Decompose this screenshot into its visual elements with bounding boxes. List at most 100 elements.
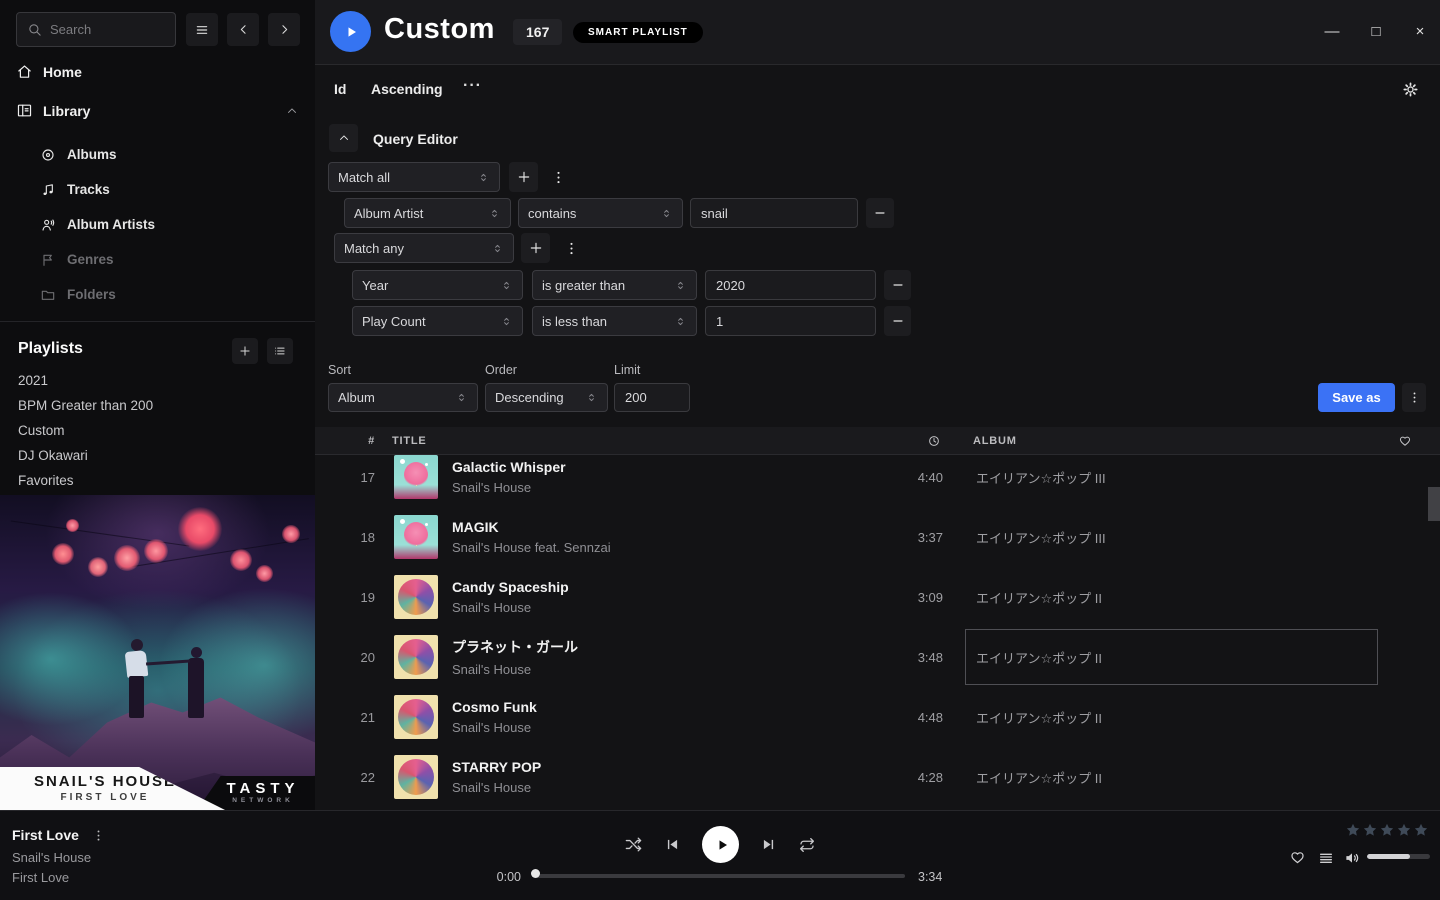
album-cell[interactable]: エイリアン☆ポップ III	[965, 455, 1378, 505]
playlist-item-favorites[interactable]: Favorites	[18, 473, 74, 488]
sidebar-item-library[interactable]: Library	[16, 102, 299, 119]
rule2-remove-button[interactable]	[884, 270, 911, 300]
now-playing-title[interactable]: First Love	[12, 827, 106, 843]
track-row[interactable]: 21 Cosmo FunkSnail's House 4:48 エイリアン☆ポッ…	[315, 687, 1440, 747]
album-cell-focused[interactable]: エイリアン☆ポップ II	[965, 629, 1378, 685]
volume-slider[interactable]	[1367, 854, 1430, 859]
shuffle-icon[interactable]	[624, 835, 643, 854]
add-playlist-button[interactable]	[232, 338, 258, 364]
rule2-value-input[interactable]	[705, 270, 876, 300]
track-album-art	[394, 635, 438, 679]
next-icon[interactable]	[760, 836, 777, 853]
album-cell[interactable]: エイリアン☆ポップ III	[965, 509, 1378, 565]
star-icon[interactable]	[1396, 822, 1412, 838]
collapse-library-icon[interactable]	[285, 104, 299, 118]
sidebar-item-albums[interactable]: Albums	[40, 140, 117, 169]
nav-forward-button[interactable]	[268, 13, 300, 46]
seek-bar[interactable]	[535, 874, 905, 878]
track-row[interactable]: 22 STARRY POPSnail's House 4:28 エイリアン☆ポッ…	[315, 747, 1440, 807]
track-options-icon[interactable]	[91, 828, 106, 843]
save-options-button[interactable]	[1402, 383, 1426, 412]
repeat-icon[interactable]	[798, 836, 816, 854]
playlist-item-custom[interactable]: Custom	[18, 423, 65, 438]
sort-field-control[interactable]: Id	[334, 81, 346, 97]
column-index[interactable]: #	[315, 435, 375, 447]
close-button[interactable]: ×	[1410, 18, 1430, 44]
rule1-value-input[interactable]	[690, 198, 858, 228]
volume-icon[interactable]	[1343, 849, 1361, 867]
rule2-field-select[interactable]: Year	[352, 270, 523, 300]
toolbar-more-button[interactable]: ···	[463, 77, 482, 95]
sidebar-item-home[interactable]: Home	[16, 63, 82, 80]
playlist-list-button[interactable]	[267, 338, 293, 364]
track-row[interactable]: 19 Candy SpaceshipSnail's House 3:09 エイリ…	[315, 567, 1440, 627]
previous-icon[interactable]	[664, 836, 681, 853]
rule2-operator-select[interactable]: is greater than	[532, 270, 697, 300]
gear-icon[interactable]	[1401, 80, 1420, 99]
playlist-item-dj-okawari[interactable]: DJ Okawari	[18, 448, 88, 463]
save-as-button[interactable]: Save as	[1318, 383, 1395, 412]
rule1-operator-select[interactable]: contains	[518, 198, 683, 228]
album-cell[interactable]: エイリアン☆ポップ II	[965, 749, 1378, 805]
select-caret-icon	[660, 207, 673, 220]
rule3-value-input[interactable]	[705, 306, 876, 336]
track-row[interactable]: 17 Galactic WhisperSnail's House 4:40 エイ…	[315, 455, 1440, 507]
limit-input[interactable]	[614, 383, 690, 412]
play-playlist-button[interactable]	[330, 11, 371, 52]
column-title[interactable]: TITLE	[392, 435, 870, 447]
rule3-remove-button[interactable]	[884, 306, 911, 336]
star-icon[interactable]	[1362, 822, 1378, 838]
duration-column-icon[interactable]	[870, 434, 941, 448]
sort-order-control[interactable]: Ascending	[371, 81, 443, 97]
track-row[interactable]: 20 プラネット・ガールSnail's House 3:48 エイリアン☆ポップ…	[315, 627, 1440, 687]
star-icon[interactable]	[1379, 822, 1395, 838]
track-album-art	[394, 575, 438, 619]
sort-select[interactable]: Album	[328, 383, 478, 412]
order-label: Order	[485, 363, 517, 377]
favorite-icon[interactable]	[1289, 849, 1306, 866]
track-album-art	[394, 695, 438, 739]
rule1-remove-button[interactable]	[866, 198, 894, 228]
rule1-field-select[interactable]: Album Artist	[344, 198, 511, 228]
now-playing-album-art[interactable]: TASTY NETWORK SNAIL'S HOUSE FIRST LOVE	[0, 495, 315, 810]
sidebar-item-genres[interactable]: Genres	[40, 245, 114, 274]
disc-icon	[40, 147, 56, 163]
group1-add-rule-button[interactable]	[509, 162, 538, 192]
seek-knob[interactable]	[531, 869, 540, 878]
window-controls: — □ ×	[1322, 18, 1430, 44]
group1-match-select[interactable]: Match all	[328, 162, 500, 192]
favorite-column-icon[interactable]	[1398, 434, 1412, 448]
rule3-field-select[interactable]: Play Count	[352, 306, 523, 336]
now-playing-artist[interactable]: Snail's House	[12, 850, 91, 865]
now-playing-album[interactable]: First Love	[12, 870, 69, 885]
minimize-button[interactable]: —	[1322, 18, 1342, 44]
query-editor-collapse-button[interactable]	[329, 124, 358, 152]
main-content: Custom 167 SMART PLAYLIST — □ × Id Ascen…	[315, 0, 1440, 810]
track-row[interactable]: 18 MAGIKSnail's House feat. Sennzai 3:37…	[315, 507, 1440, 567]
group2-options-button[interactable]	[561, 237, 581, 259]
album-cell[interactable]: エイリアン☆ポップ II	[965, 689, 1378, 745]
rating-stars	[1345, 822, 1429, 838]
sidebar-item-album-artists[interactable]: Album Artists	[40, 210, 155, 239]
queue-icon[interactable]	[1318, 850, 1334, 866]
group1-options-button[interactable]	[548, 166, 568, 188]
order-select[interactable]: Descending	[485, 383, 608, 412]
rule3-operator-select[interactable]: is less than	[532, 306, 697, 336]
menu-button[interactable]	[186, 13, 218, 46]
search-input[interactable]	[50, 22, 165, 37]
album-cell[interactable]: エイリアン☆ポップ II	[965, 569, 1378, 625]
sidebar-item-tracks[interactable]: Tracks	[40, 175, 110, 204]
play-button[interactable]	[702, 826, 739, 863]
table-scrollbar[interactable]	[1428, 487, 1440, 521]
nav-back-button[interactable]	[227, 13, 259, 46]
star-icon[interactable]	[1413, 822, 1429, 838]
column-album[interactable]: ALBUM	[973, 435, 1398, 447]
group2-match-select[interactable]: Match any	[334, 233, 514, 263]
maximize-button[interactable]: □	[1366, 18, 1386, 44]
search-box[interactable]	[16, 12, 176, 47]
playlist-item-2021[interactable]: 2021	[18, 373, 48, 388]
group2-add-rule-button[interactable]	[521, 233, 550, 263]
star-icon[interactable]	[1345, 822, 1361, 838]
sidebar-item-folders[interactable]: Folders	[40, 280, 116, 309]
playlist-item-bpm[interactable]: BPM Greater than 200	[18, 398, 153, 413]
